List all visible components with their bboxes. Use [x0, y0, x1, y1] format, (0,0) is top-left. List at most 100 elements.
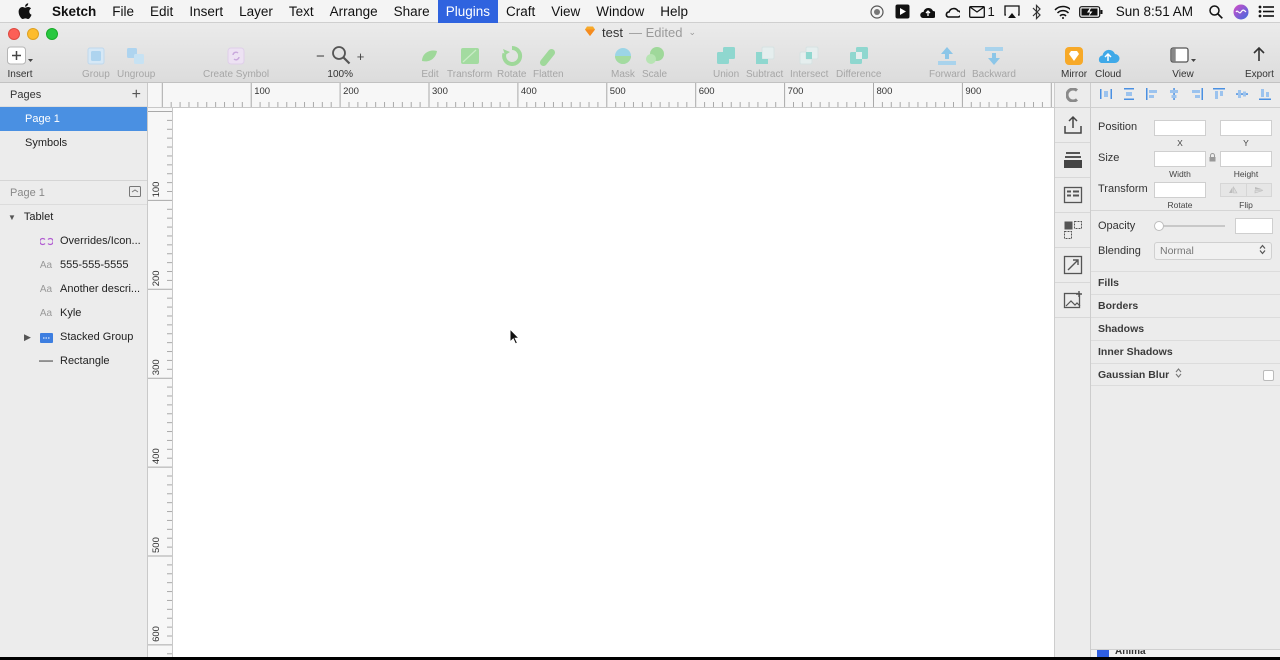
- layer-text-description[interactable]: Aa Another descri...: [0, 277, 147, 301]
- library-stack-icon[interactable]: [1055, 143, 1090, 178]
- width-input[interactable]: [1154, 151, 1206, 167]
- layer-text-phone[interactable]: Aa 555-555-5555: [0, 253, 147, 277]
- subtract-button[interactable]: Subtract: [746, 45, 783, 80]
- mail-status[interactable]: 1: [969, 4, 995, 20]
- menu-window[interactable]: Window: [588, 0, 652, 23]
- align-right-icon[interactable]: [1191, 87, 1203, 103]
- upload-icon[interactable]: [1055, 108, 1090, 143]
- view-button[interactable]: View: [1170, 45, 1196, 80]
- position-y-input[interactable]: [1220, 120, 1272, 136]
- scale-button[interactable]: Scale: [642, 45, 667, 80]
- mirror-button[interactable]: Mirror: [1061, 45, 1087, 80]
- menu-plugins[interactable]: Plugins: [437, 0, 498, 23]
- blur-type-stepper-icon[interactable]: [1175, 368, 1182, 381]
- zoom-control[interactable]: − + 100%: [316, 45, 364, 80]
- page-item-page-1[interactable]: Page 1: [0, 107, 147, 131]
- prototype-link-icon[interactable]: [1055, 248, 1090, 283]
- add-page-icon[interactable]: +: [132, 86, 141, 104]
- distribute-horizontal-icon[interactable]: [1100, 88, 1113, 103]
- flip-vertical-icon[interactable]: [1246, 183, 1272, 197]
- menu-arrange[interactable]: Arrange: [322, 0, 386, 23]
- canvas[interactable]: [173, 108, 1054, 657]
- layer-overrides-icon[interactable]: Overrides/Icon...: [0, 229, 147, 253]
- opacity-slider[interactable]: [1157, 225, 1225, 227]
- align-bottom-icon[interactable]: [1258, 88, 1271, 103]
- image-fill-icon[interactable]: [1055, 283, 1090, 318]
- notification-center-icon[interactable]: [1258, 4, 1274, 20]
- align-center-icon[interactable]: [1168, 87, 1180, 103]
- apple-menu-icon[interactable]: [0, 0, 44, 23]
- flip-horizontal-icon[interactable]: [1220, 183, 1247, 197]
- battery-icon[interactable]: [1078, 4, 1103, 20]
- siri-icon[interactable]: [1233, 4, 1249, 20]
- menu-help[interactable]: Help: [652, 0, 696, 23]
- menu-edit[interactable]: Edit: [142, 0, 181, 23]
- align-left-icon[interactable]: [1145, 87, 1158, 103]
- cloud-button[interactable]: Cloud: [1095, 45, 1121, 80]
- craft-plugin-icon[interactable]: [1055, 83, 1090, 108]
- layer-artboard-tablet[interactable]: ▼ Tablet: [0, 205, 147, 229]
- borders-section[interactable]: Borders: [1091, 294, 1280, 317]
- align-middle-icon[interactable]: [1236, 88, 1249, 103]
- insert-button[interactable]: Insert: [7, 45, 33, 80]
- opacity-slider-knob[interactable]: [1154, 221, 1164, 231]
- app-menu-sketch[interactable]: Sketch: [44, 0, 104, 23]
- layer-rectangle[interactable]: Rectangle: [0, 349, 147, 373]
- opacity-input[interactable]: [1235, 218, 1273, 234]
- page-item-symbols[interactable]: Symbols: [0, 131, 147, 155]
- media-icon[interactable]: [894, 4, 910, 20]
- backward-button[interactable]: Backward: [972, 45, 1016, 80]
- layer-stacked-group[interactable]: ▶ Stacked Group: [0, 325, 147, 349]
- gaussian-blur-section[interactable]: Gaussian Blur: [1091, 363, 1280, 386]
- record-icon[interactable]: [869, 4, 885, 20]
- ungroup-button[interactable]: Ungroup: [117, 45, 155, 80]
- spotlight-search-icon[interactable]: [1208, 4, 1224, 20]
- data-panel-icon[interactable]: [1055, 178, 1090, 213]
- fills-section[interactable]: Fills: [1091, 271, 1280, 294]
- intersect-button[interactable]: Intersect: [790, 45, 828, 80]
- forward-button[interactable]: Forward: [929, 45, 966, 80]
- group-button[interactable]: Group: [82, 45, 110, 80]
- anima-panel[interactable]: Anima: [1091, 649, 1280, 657]
- menu-view[interactable]: View: [543, 0, 588, 23]
- transform-button[interactable]: Transform: [447, 45, 492, 80]
- blending-select[interactable]: Normal: [1154, 242, 1272, 260]
- zoom-in-icon[interactable]: +: [357, 49, 365, 64]
- blur-toggle-checkbox[interactable]: [1263, 370, 1274, 381]
- disclosure-open-icon[interactable]: ▼: [8, 213, 16, 222]
- layer-text-kyle[interactable]: Aa Kyle: [0, 301, 147, 325]
- mask-button[interactable]: Mask: [611, 45, 635, 80]
- clock[interactable]: Sun 8:51 AM: [1116, 4, 1193, 19]
- zoom-out-icon[interactable]: −: [316, 48, 325, 65]
- create-symbol-button[interactable]: Create Symbol: [203, 45, 269, 80]
- menu-share[interactable]: Share: [386, 0, 438, 23]
- export-button[interactable]: Export: [1245, 45, 1274, 80]
- shadows-section[interactable]: Shadows: [1091, 317, 1280, 340]
- menu-craft[interactable]: Craft: [498, 0, 543, 23]
- symbol-overrides-icon[interactable]: [1055, 213, 1090, 248]
- rotate-input[interactable]: [1154, 182, 1206, 198]
- menu-layer[interactable]: Layer: [231, 0, 281, 23]
- flatten-button[interactable]: Flatten: [533, 45, 564, 80]
- bluetooth-icon[interactable]: [1029, 3, 1045, 20]
- cloud-upload-icon[interactable]: [919, 4, 936, 20]
- rotate-button[interactable]: Rotate: [497, 45, 526, 80]
- horizontal-ruler[interactable]: 100 200 300 400 500 600 700 800 900: [148, 83, 1054, 108]
- align-top-icon[interactable]: [1213, 87, 1226, 103]
- wifi-icon[interactable]: [1054, 4, 1070, 20]
- edit-button[interactable]: Edit: [419, 45, 441, 80]
- disclosure-closed-icon[interactable]: ▶: [24, 332, 39, 343]
- difference-button[interactable]: Difference: [836, 45, 881, 80]
- position-x-input[interactable]: [1154, 120, 1206, 136]
- airplay-icon[interactable]: [1004, 4, 1020, 20]
- menu-file[interactable]: File: [104, 0, 142, 23]
- creative-cloud-icon[interactable]: [944, 4, 961, 20]
- inner-shadows-section[interactable]: Inner Shadows: [1091, 340, 1280, 363]
- height-input[interactable]: [1220, 151, 1272, 167]
- vertical-ruler[interactable]: 100 200 300 400 500 600: [148, 108, 173, 657]
- menu-text[interactable]: Text: [281, 0, 322, 23]
- collapse-layers-icon[interactable]: [129, 185, 141, 200]
- lock-proportions-icon[interactable]: [1209, 153, 1216, 165]
- chevron-down-icon[interactable]: ⌄: [688, 27, 696, 38]
- menu-insert[interactable]: Insert: [181, 0, 231, 23]
